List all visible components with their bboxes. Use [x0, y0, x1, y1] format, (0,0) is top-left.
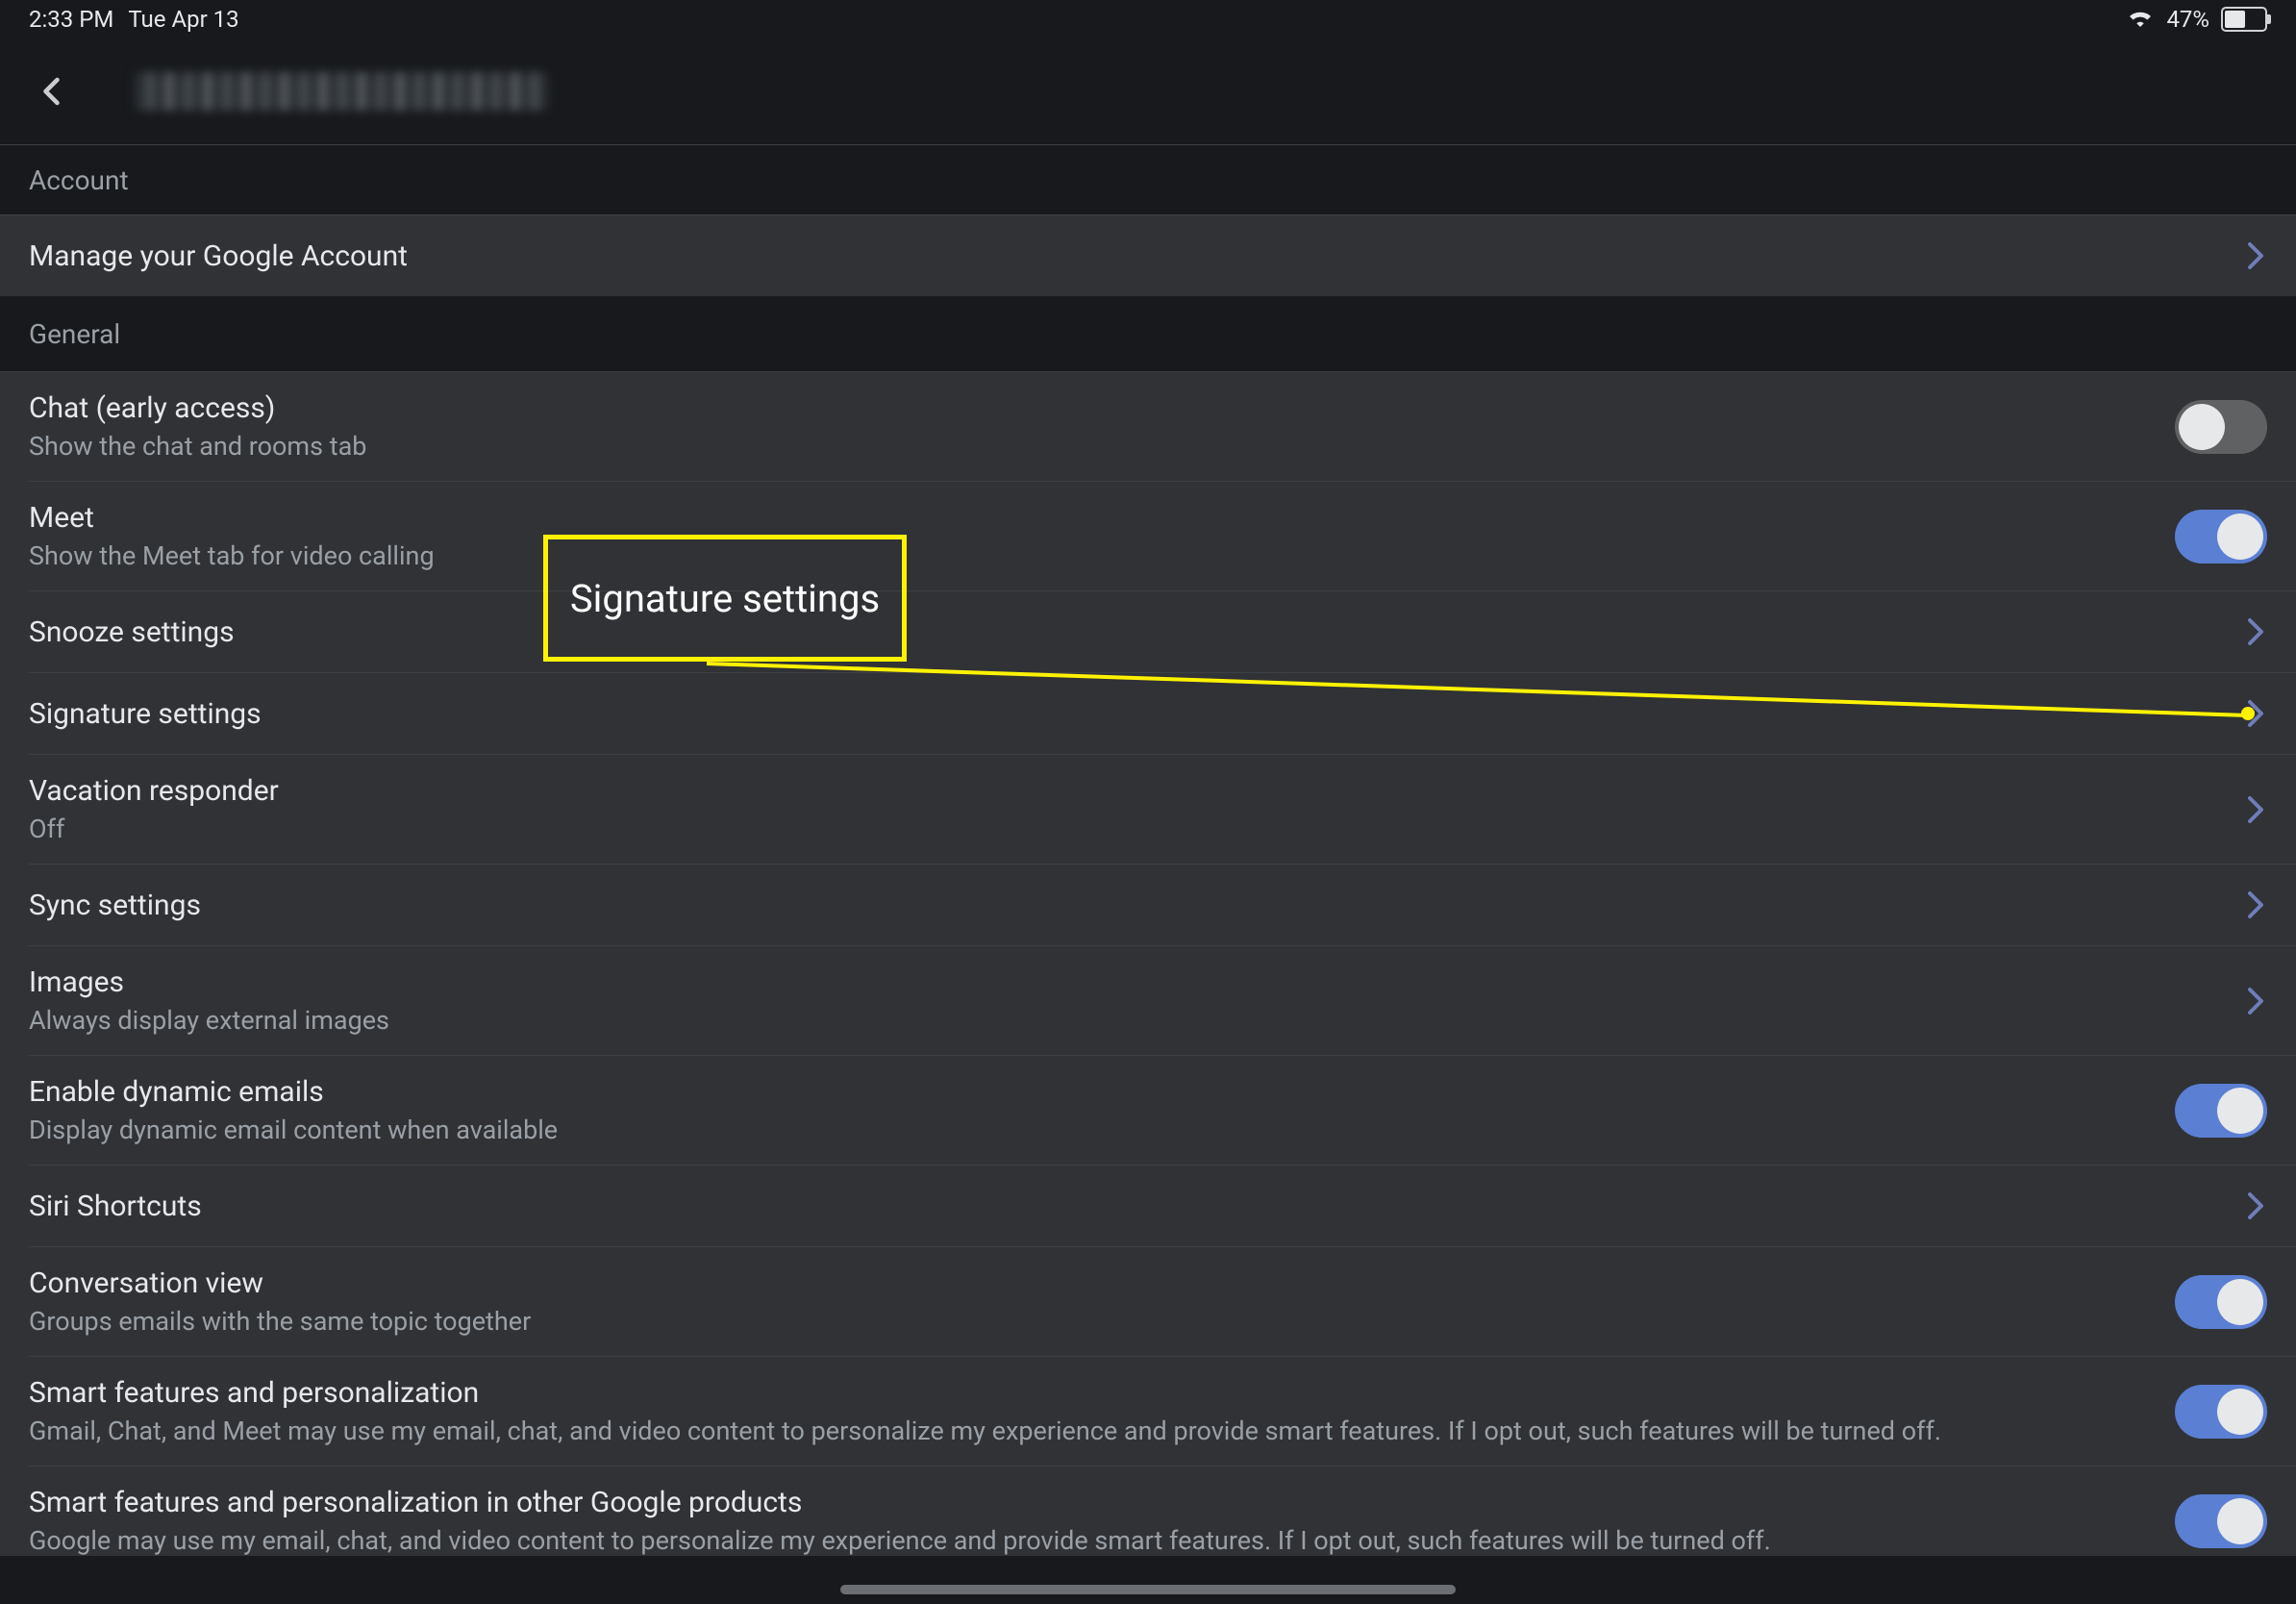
- row-smart-features[interactable]: Smart features and personalization Gmail…: [0, 1357, 2296, 1466]
- row-title: Vacation responder: [29, 774, 2229, 808]
- chevron-right-icon: [2244, 1187, 2267, 1225]
- row-sub: Groups emails with the same topic togeth…: [29, 1306, 2175, 1337]
- back-button[interactable]: [29, 67, 77, 115]
- toggle-chat[interactable]: [2175, 400, 2267, 454]
- chevron-right-icon: [2244, 982, 2267, 1020]
- row-title: Snooze settings: [29, 615, 2229, 649]
- row-dynamic-emails[interactable]: Enable dynamic emails Display dynamic em…: [0, 1056, 2296, 1165]
- toggle-meet[interactable]: [2175, 510, 2267, 564]
- row-title: Conversation view: [29, 1266, 2175, 1300]
- chevron-right-icon: [2244, 790, 2267, 829]
- chevron-right-icon: [2244, 886, 2267, 924]
- section-header-account: Account: [0, 145, 2296, 215]
- status-date: Tue Apr 13: [128, 6, 238, 33]
- row-chat[interactable]: Chat (early access) Show the chat and ro…: [0, 372, 2296, 481]
- row-sub: Google may use my email, chat, and video…: [29, 1525, 2175, 1556]
- row-sub: Always display external images: [29, 1005, 2229, 1036]
- annotation-callout: Signature settings: [543, 535, 907, 662]
- status-left: 2:33 PM Tue Apr 13: [29, 6, 239, 33]
- row-title: Sync settings: [29, 889, 2229, 922]
- toggle-smart-features[interactable]: [2175, 1385, 2267, 1439]
- general-group: Chat (early access) Show the chat and ro…: [0, 372, 2296, 1556]
- annotation-dot-icon: [2241, 707, 2255, 720]
- row-manage-account[interactable]: Manage your Google Account: [0, 215, 2296, 296]
- row-sub: Display dynamic email content when avail…: [29, 1115, 2175, 1145]
- row-conversation-view[interactable]: Conversation view Groups emails with the…: [0, 1247, 2296, 1356]
- home-indicator: [840, 1585, 1456, 1594]
- row-title: Chat (early access): [29, 391, 2175, 425]
- row-meet[interactable]: Meet Show the Meet tab for video calling: [0, 482, 2296, 590]
- row-smart-features-other[interactable]: Smart features and personalization in ot…: [0, 1466, 2296, 1556]
- row-vacation-responder[interactable]: Vacation responder Off: [0, 755, 2296, 864]
- section-header-general-label: General: [29, 318, 120, 350]
- row-snooze-settings[interactable]: Snooze settings: [0, 591, 2296, 672]
- page-title-redacted: [135, 72, 548, 111]
- row-title: Siri Shortcuts: [29, 1190, 2229, 1223]
- toggle-dynamic-emails[interactable]: [2175, 1084, 2267, 1138]
- row-title: Smart features and personalization: [29, 1376, 2175, 1410]
- section-header-general: General: [0, 296, 2296, 372]
- annotation-label: Signature settings: [570, 576, 880, 621]
- row-title: Smart features and personalization in ot…: [29, 1486, 2175, 1519]
- battery-icon: [2221, 7, 2267, 32]
- chevron-right-icon: [2244, 613, 2267, 651]
- status-right: 47%: [2126, 6, 2267, 33]
- row-title: Meet: [29, 501, 2175, 535]
- section-header-account-label: Account: [29, 164, 129, 196]
- row-sub: Show the Meet tab for video calling: [29, 540, 2175, 571]
- row-sub: Show the chat and rooms tab: [29, 431, 2175, 462]
- toggle-smart-features-other[interactable]: [2175, 1494, 2267, 1548]
- row-title: Manage your Google Account: [29, 239, 2229, 273]
- chevron-right-icon: [2244, 237, 2267, 275]
- row-title: Images: [29, 965, 2229, 999]
- status-time: 2:33 PM: [29, 6, 113, 33]
- row-signature-settings[interactable]: Signature settings: [0, 673, 2296, 754]
- row-sync-settings[interactable]: Sync settings: [0, 865, 2296, 945]
- row-sub: Gmail, Chat, and Meet may use my email, …: [29, 1416, 2175, 1446]
- nav-bar: [0, 38, 2296, 145]
- row-sub: Off: [29, 814, 2229, 844]
- wifi-icon: [2126, 6, 2155, 33]
- row-siri-shortcuts[interactable]: Siri Shortcuts: [0, 1165, 2296, 1246]
- settings-scroll[interactable]: Account Manage your Google Account Gener…: [0, 145, 2296, 1604]
- row-images[interactable]: Images Always display external images: [0, 946, 2296, 1055]
- toggle-conversation-view[interactable]: [2175, 1275, 2267, 1329]
- battery-percent: 47%: [2166, 6, 2209, 33]
- row-title: Enable dynamic emails: [29, 1075, 2175, 1109]
- account-group: Manage your Google Account: [0, 215, 2296, 296]
- status-bar: 2:33 PM Tue Apr 13 47%: [0, 0, 2296, 38]
